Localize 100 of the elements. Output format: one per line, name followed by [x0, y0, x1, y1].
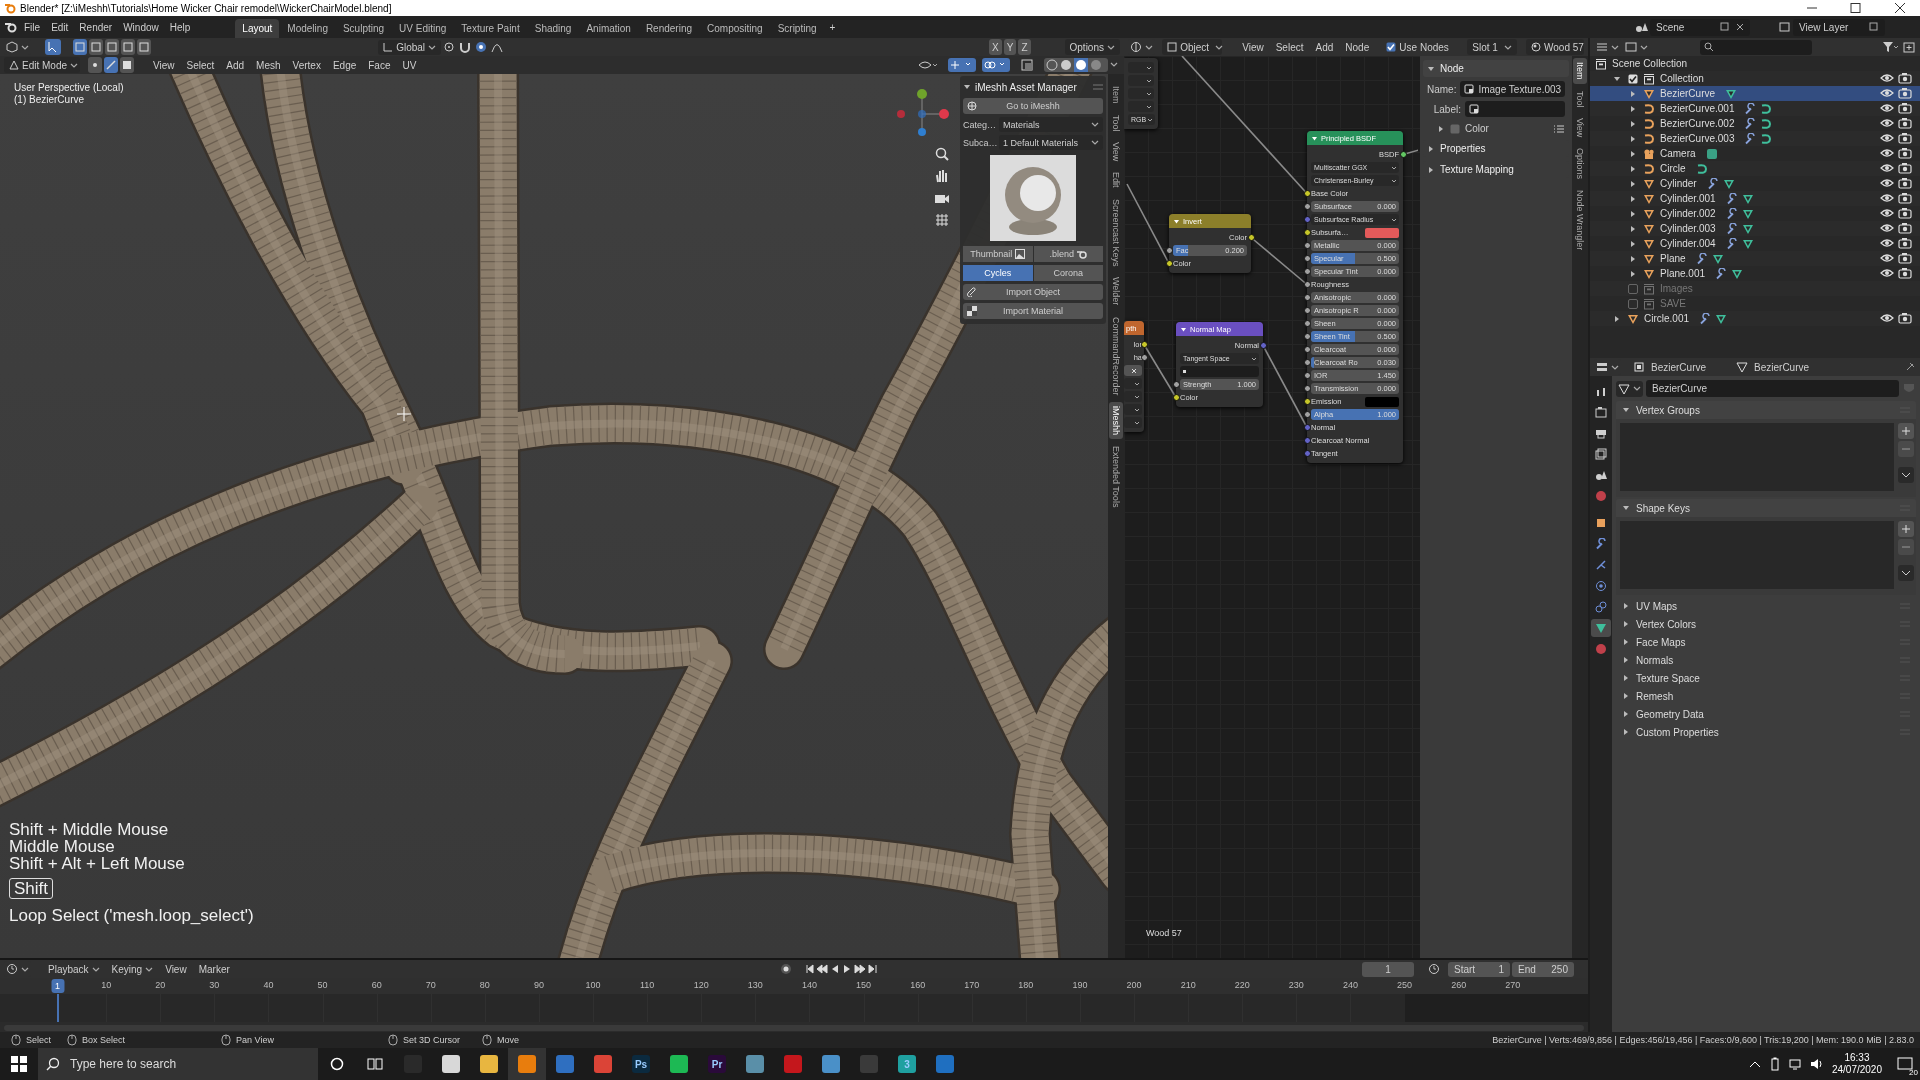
- workspace-tab[interactable]: Layout: [235, 19, 280, 38]
- frame-number: 30: [209, 980, 220, 990]
- material-field[interactable]: Wood 57: [1526, 39, 1584, 55]
- render-engine-tab[interactable]: Corona: [1033, 265, 1103, 281]
- panel-header[interactable]: Face Maps: [1616, 633, 1916, 651]
- menu-item[interactable]: Mesh: [251, 57, 286, 73]
- view-layer-field[interactable]: View Layer: [1793, 18, 1885, 36]
- axis-toggle[interactable]: X: [989, 39, 1002, 55]
- panel-header[interactable]: Vertex Groups: [1616, 401, 1916, 419]
- panel-header[interactable]: Vertex Colors: [1616, 615, 1916, 633]
- workspace-tab[interactable]: Shading: [527, 19, 579, 38]
- panel-header[interactable]: Texture Space: [1616, 669, 1916, 687]
- menu-item[interactable]: Edge: [327, 57, 362, 73]
- end-frame-field[interactable]: End 250: [1512, 961, 1574, 977]
- add-workspace-button[interactable]: +: [824, 19, 841, 35]
- sidebar-tab[interactable]: Extended Tools: [1109, 442, 1123, 512]
- menu-item[interactable]: Add: [1310, 39, 1339, 55]
- outliner-row[interactable]: BezierCurve: [1590, 86, 1920, 101]
- sidebar-tab[interactable]: iMeshh: [1109, 402, 1123, 440]
- workspace-tab[interactable]: Scripting: [770, 19, 824, 38]
- panel-header[interactable]: Custom Properties: [1616, 723, 1916, 741]
- workspace-tab[interactable]: Texture Paint: [454, 19, 527, 38]
- panel-header[interactable]: Node: [1423, 60, 1569, 77]
- sidebar-tab[interactable]: Welder: [1109, 273, 1123, 310]
- menu-item[interactable]: Node: [1340, 39, 1375, 55]
- sidebar-tab[interactable]: Edit: [1109, 168, 1123, 192]
- outliner-row[interactable]: Cylinder: [1590, 176, 1920, 191]
- category-dropdown[interactable]: 1 Default Materials: [999, 135, 1103, 150]
- scene-field[interactable]: Scene: [1650, 18, 1750, 36]
- menu-item[interactable]: Select: [181, 57, 220, 73]
- menu-item[interactable]: Keying: [106, 961, 159, 977]
- workspace-tab[interactable]: Compositing: [700, 19, 770, 38]
- menu-item[interactable]: Vertex: [287, 57, 326, 73]
- sidebar-tab[interactable]: Item: [1109, 82, 1123, 108]
- panel-title: iMeshh Asset Manager: [975, 81, 1077, 93]
- slot-dropdown[interactable]: Slot 1: [1467, 39, 1518, 55]
- render-engine-tab[interactable]: Cycles: [963, 265, 1033, 281]
- category-dropdown[interactable]: Materials: [999, 117, 1103, 132]
- axis-toggle[interactable]: Y: [1003, 39, 1017, 55]
- outliner-row[interactable]: Plane.001: [1590, 266, 1920, 281]
- menu-item[interactable]: Help: [164, 19, 196, 35]
- taskbar-button[interactable]: Pr: [698, 1048, 736, 1080]
- name-field[interactable]: Image Texture.003: [1460, 81, 1566, 97]
- notifications-button[interactable]: 20: [1890, 1048, 1920, 1080]
- workspace-tab[interactable]: UV Editing: [392, 19, 454, 38]
- menu-item[interactable]: View: [160, 961, 192, 977]
- data-name-field[interactable]: BezierCurve: [1646, 380, 1899, 397]
- sidebar-tab[interactable]: CommandRecorder: [1109, 312, 1123, 400]
- menu-item[interactable]: Face: [363, 57, 396, 73]
- use-nodes-checkbox[interactable]: Use Nodes: [1381, 39, 1454, 55]
- menu-item[interactable]: Playback: [43, 961, 105, 977]
- outliner-row[interactable]: Camera: [1590, 146, 1920, 161]
- menu-item[interactable]: Render: [74, 19, 118, 35]
- playhead-frame[interactable]: 1: [51, 979, 64, 993]
- menu-item[interactable]: Select: [1270, 39, 1309, 55]
- menu-item[interactable]: Marker: [193, 961, 235, 977]
- taskbar-button[interactable]: Ps: [622, 1048, 660, 1080]
- sidebar-tab[interactable]: Tool: [1573, 86, 1587, 112]
- sidebar-tab[interactable]: Options: [1573, 144, 1587, 184]
- outliner-row[interactable]: BezierCurve.002: [1590, 116, 1920, 131]
- menu-item[interactable]: Window: [118, 19, 164, 35]
- outliner-row[interactable]: Cylinder.002: [1590, 206, 1920, 221]
- workspace-tab[interactable]: Animation: [579, 19, 638, 38]
- go-to-button[interactable]: Go to iMeshh: [963, 98, 1103, 114]
- sidebar-tab[interactable]: Node Wrangler: [1573, 186, 1587, 255]
- options-dropdown[interactable]: Options: [1064, 39, 1120, 55]
- import-material-button[interactable]: Import Material: [963, 303, 1103, 319]
- panel-header[interactable]: UV Maps: [1616, 597, 1916, 615]
- mode-dropdown[interactable]: Edit Mode: [4, 57, 80, 73]
- panel-header[interactable]: Normals: [1616, 651, 1916, 669]
- outliner-row[interactable]: Cylinder.004: [1590, 236, 1920, 251]
- sidebar-tab[interactable]: Item: [1573, 58, 1587, 84]
- menu-item[interactable]: View: [1237, 39, 1269, 55]
- menu-item[interactable]: View: [148, 57, 180, 73]
- import-object-button[interactable]: Import Object: [963, 284, 1103, 300]
- menu-item[interactable]: File: [19, 19, 46, 35]
- sidebar-tab[interactable]: Tool: [1109, 110, 1123, 136]
- orientation-dropdown[interactable]: Global: [378, 39, 442, 55]
- menu-item[interactable]: Edit: [46, 19, 74, 35]
- menu-item[interactable]: UV: [397, 57, 422, 73]
- search-field[interactable]: Type here to search: [60, 1048, 318, 1080]
- shader-type-dropdown[interactable]: Object: [1162, 39, 1223, 55]
- sidebar-tab[interactable]: View: [1109, 138, 1123, 166]
- panel-header[interactable]: Remesh: [1616, 687, 1916, 705]
- workspace-tab[interactable]: Sculpting: [335, 19, 392, 38]
- panel-header[interactable]: Shape Keys: [1616, 499, 1916, 517]
- item-name: BezierCurve: [1660, 88, 1716, 99]
- axis-toggle[interactable]: Z: [1018, 39, 1031, 55]
- menu-item[interactable]: Add: [221, 57, 250, 73]
- current-frame-field[interactable]: 1: [1362, 961, 1414, 977]
- blend-button[interactable]: .blend: [1033, 246, 1103, 262]
- sidebar-tab[interactable]: View: [1573, 114, 1587, 142]
- panel-header[interactable]: Geometry Data: [1616, 705, 1916, 723]
- frame-number: 90: [534, 980, 544, 990]
- sidebar-tab[interactable]: Screencast Keys: [1109, 194, 1123, 271]
- thumbnail-button[interactable]: Thumbnail: [963, 246, 1033, 262]
- workspace-tab[interactable]: Modeling: [280, 19, 335, 38]
- collection-row[interactable]: Scene Collection: [1590, 56, 1920, 71]
- start-frame-field[interactable]: Start 1: [1448, 961, 1510, 977]
- workspace-tab[interactable]: Rendering: [638, 19, 700, 38]
